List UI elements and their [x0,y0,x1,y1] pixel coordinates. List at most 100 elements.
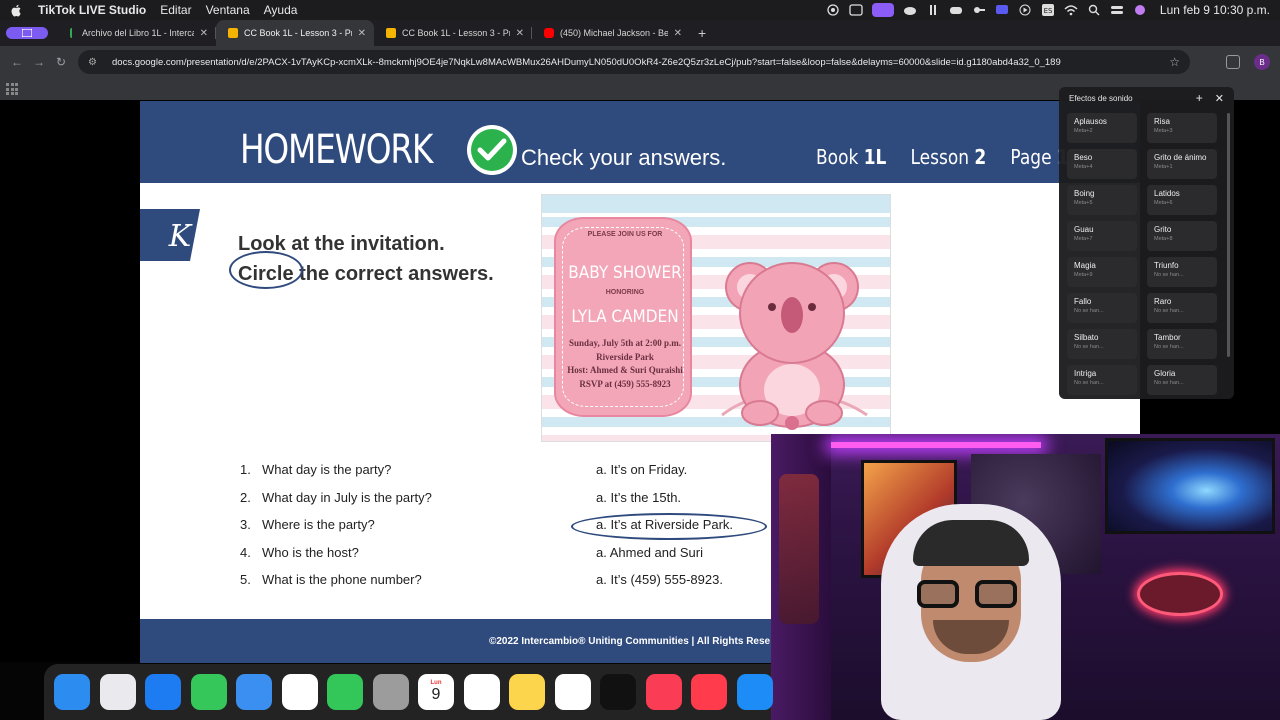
news-icon[interactable] [691,674,727,710]
freeform-icon[interactable] [554,674,591,710]
sound-effect-button[interactable]: Grito Meta+8 [1147,221,1217,251]
calendar-icon[interactable]: Lun 9 [418,674,454,710]
question-text: What day is the party? [262,462,392,477]
search-icon[interactable] [1087,4,1101,16]
question-text: Who is the host? [262,544,359,560]
back-arrow-icon[interactable]: ← [6,55,28,69]
screen-mirror-icon[interactable] [995,4,1009,16]
sound-effect-button[interactable]: Intriga No se han... [1067,365,1137,395]
appletv-icon[interactable] [600,674,636,710]
record-icon[interactable] [826,4,840,16]
sound-effect-button[interactable]: Silbato No se han... [1067,329,1137,359]
tab-title: (450) Michael Jackson - Beat [560,28,668,38]
finder-icon[interactable] [54,674,90,710]
new-tab-plus-icon[interactable]: + [698,25,706,41]
menu-editar[interactable]: Editar [160,3,191,17]
play-icon[interactable] [1018,4,1032,16]
apple-icon[interactable] [10,3,24,17]
sound-effect-button[interactable]: Tambor No se han... [1147,329,1217,359]
appstore-icon[interactable] [736,674,773,710]
question-number: 3. [240,517,251,532]
tab-group-indicator[interactable] [6,27,48,39]
svg-text:ES: ES [1043,7,1052,15]
sound-effect-button[interactable]: Boing Meta+5 [1067,185,1137,215]
close-icon[interactable]: ✕ [200,28,208,39]
question-item: 5. What is the phone number? [240,571,432,599]
gamepad-icon[interactable] [949,4,963,16]
menu-ventana[interactable]: Ventana [206,3,250,17]
sound-effect-button[interactable]: Beso Meta+4 [1067,149,1137,179]
music-icon[interactable] [645,674,682,710]
panel-scrollbar[interactable] [1227,113,1230,357]
notes-icon[interactable] [509,674,545,710]
sound-effect-name: Fallo [1074,297,1092,306]
messages-icon[interactable] [190,674,227,710]
extensions-icon[interactable] [1226,55,1240,69]
close-icon[interactable]: ✕ [1215,92,1224,105]
tab-title: CC Book 1L - Lesson 3 - Pres [402,28,510,38]
sound-effect-button[interactable]: Risa Meta+3 [1147,113,1217,143]
sound-effect-button[interactable]: Raro No se han... [1147,293,1217,323]
safari-icon[interactable] [145,674,181,710]
launchpad-icon[interactable] [99,674,136,710]
photos-icon[interactable] [281,674,318,710]
wifi-icon[interactable] [1064,4,1078,16]
calendar-day: 9 [431,686,441,703]
forward-arrow-icon[interactable]: → [28,55,50,69]
sound-effect-name: Boing [1074,189,1095,198]
profile-avatar[interactable]: B [1254,54,1270,70]
reload-icon[interactable]: ↻ [50,55,72,69]
close-icon[interactable]: ✕ [674,28,682,39]
sound-effect-hotkey: No se han... [1074,308,1104,314]
tools-icon[interactable] [926,4,940,16]
site-settings-icon[interactable]: ⚙ [88,57,100,68]
key-icon[interactable] [972,4,986,16]
input-source-icon[interactable]: ES [1041,4,1055,16]
sound-effect-button[interactable]: Fallo No se han... [1067,293,1137,323]
check-answers-text: Check your answers. [521,145,727,170]
sound-effect-name: Aplausos [1074,117,1107,126]
slide-header: HOMEWORK Check your answers. Book 1L Les… [140,101,1140,183]
mac-menu-bar: TikTok LIVE Studio Editar Ventana Ayuda … [0,0,1280,20]
sound-effect-button[interactable]: Gloria No se han... [1147,365,1217,395]
sound-effect-name: Beso [1074,153,1093,162]
close-icon[interactable]: ✕ [358,28,366,39]
menubar-clock[interactable]: Lun feb 9 10:30 p.m. [1160,3,1270,17]
contacts-icon[interactable] [372,674,409,710]
sound-effect-name: Grito [1154,225,1172,234]
slides-icon [228,28,238,38]
sound-effect-name: Intriga [1074,369,1097,378]
sound-effect-button[interactable]: Latidos Meta+6 [1147,185,1217,215]
tv-screen [1105,438,1275,534]
invitation-details: Sunday, July 5th at 2:00 p.m. Riverside … [556,337,694,391]
siri-icon[interactable] [1133,4,1147,16]
sound-effect-hotkey: No se han... [1074,344,1104,350]
webcam-overlay [771,434,1280,720]
apps-grid-icon[interactable] [6,83,18,95]
tiktok-studio-status-icon[interactable] [871,3,894,17]
screenshot-icon[interactable] [849,4,863,16]
add-plus-icon[interactable]: + [1196,91,1203,105]
control-center-icon[interactable] [1110,4,1124,16]
sound-effect-button[interactable]: Grito de ánimo Meta+1 [1147,149,1217,179]
cloud-icon[interactable] [903,4,917,16]
sound-effect-button[interactable]: Magia Meta+9 [1067,257,1137,287]
tab-cc-book-lesson-3[interactable]: CC Book 1L - Lesson 3 - Pres ✕ [374,20,532,46]
app-name[interactable]: TikTok LIVE Studio [38,3,146,17]
menu-ayuda[interactable]: Ayuda [264,3,298,17]
bookmark-star-icon[interactable]: ☆ [1169,55,1180,69]
mail-icon[interactable] [236,674,272,710]
close-icon[interactable]: ✕ [516,28,524,39]
facetime-icon[interactable] [327,674,363,710]
tab-archivo-libro[interactable]: Archivo del Libro 1L - Interca ✕ [58,20,216,46]
sound-effect-button[interactable]: Triunfo No se han... [1147,257,1217,287]
sound-effect-hotkey: Meta+5 [1074,200,1093,206]
sound-effect-button[interactable]: Aplausos Meta+2 [1067,113,1137,143]
reminders-icon[interactable] [463,674,500,710]
question-text: Where is the party? [262,517,375,532]
tab-cc-book-lesson-3-active[interactable]: CC Book 1L - Lesson 3 - Pres ✕ [216,20,374,46]
invitation-honoring: HONORING [605,289,645,296]
address-bar[interactable]: ⚙ docs.google.com/presentation/d/e/2PACX… [78,50,1190,74]
tab-youtube-michael-jackson[interactable]: (450) Michael Jackson - Beat ✕ [532,20,690,46]
sound-effect-button[interactable]: Guau Meta+7 [1067,221,1137,251]
